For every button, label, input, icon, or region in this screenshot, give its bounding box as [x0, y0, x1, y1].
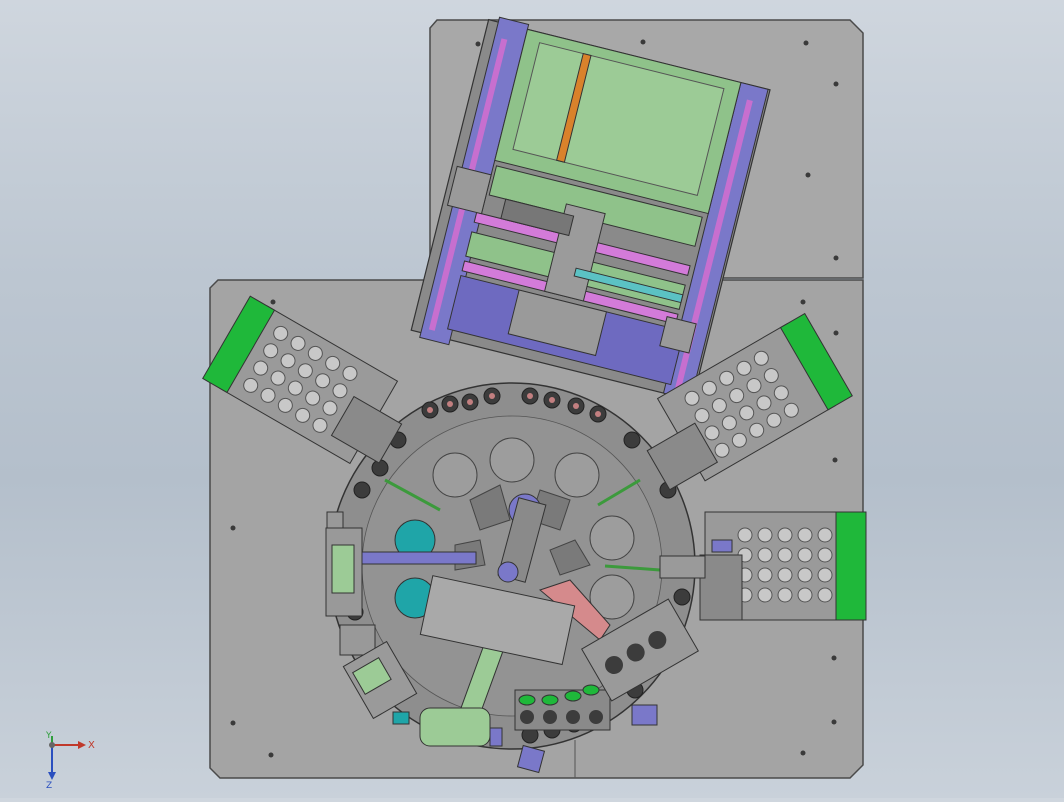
cad-graphics-viewport[interactable]: X Y Z: [0, 0, 1064, 798]
assembly-drawing[interactable]: [0, 0, 1064, 798]
x-axis-label: X: [88, 740, 95, 751]
z-axis-label: Z: [46, 781, 52, 790]
y-axis-label: Y: [45, 731, 52, 741]
coordinate-triad: X Y Z: [40, 730, 100, 791]
